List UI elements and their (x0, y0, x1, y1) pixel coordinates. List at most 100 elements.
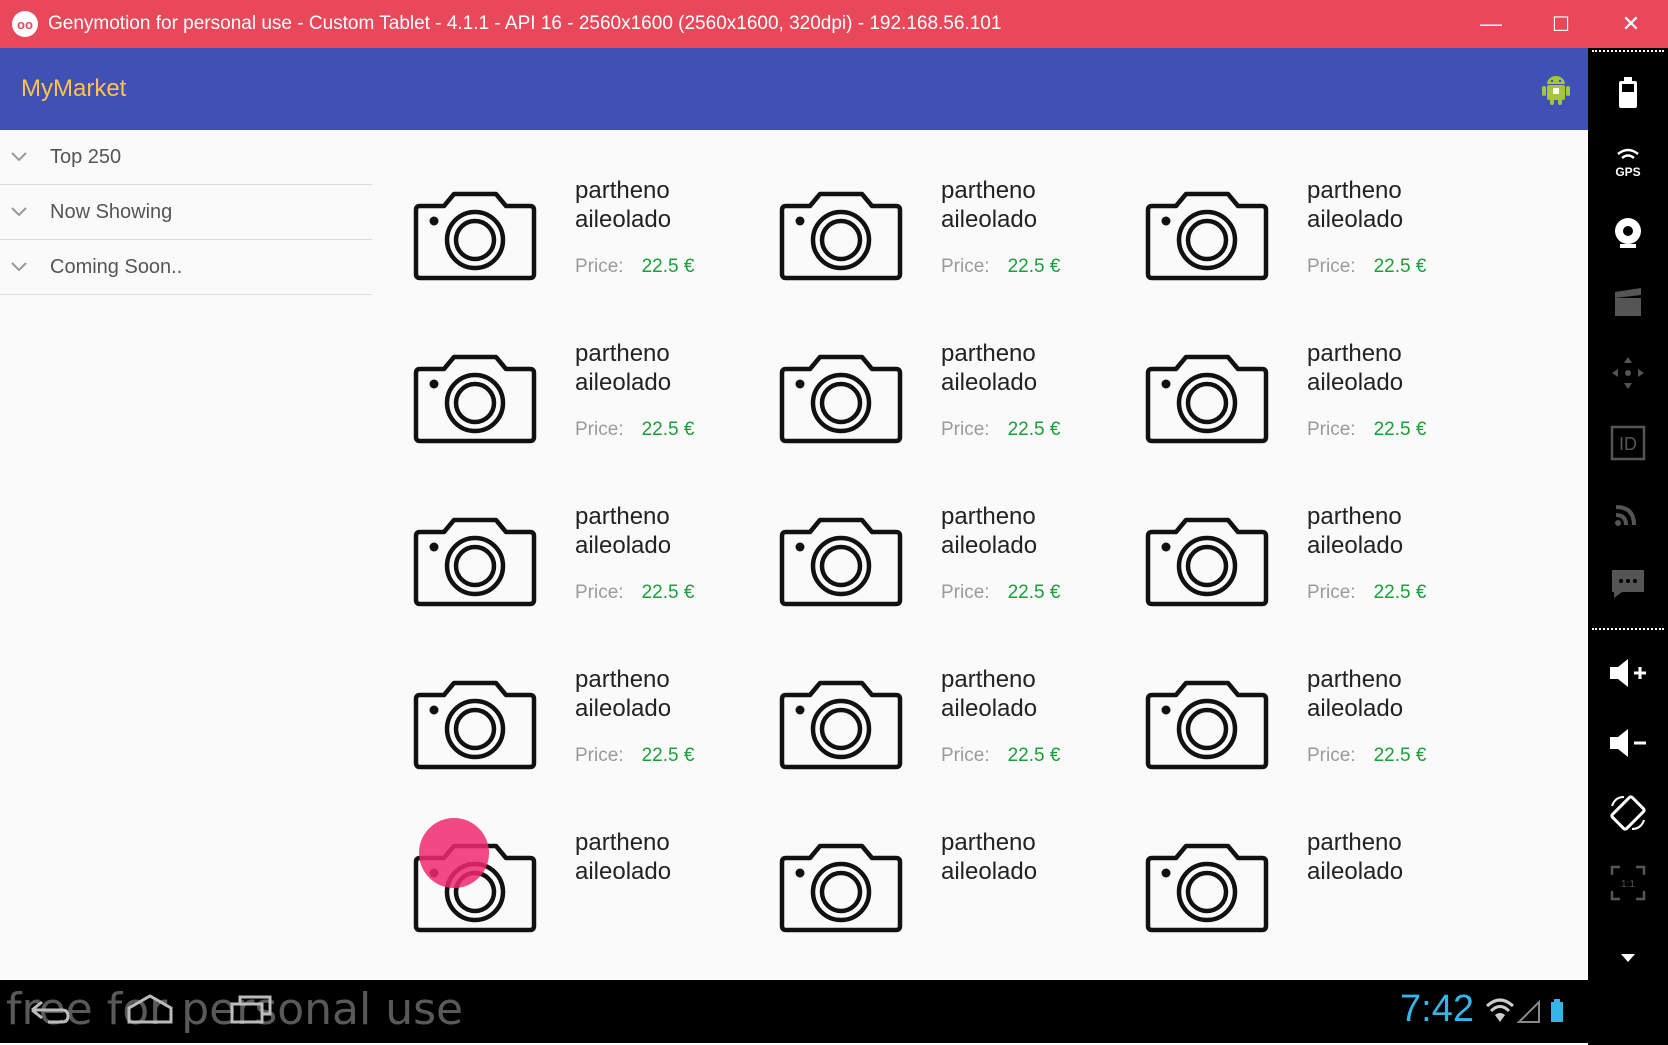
android-icon[interactable] (1540, 74, 1572, 106)
price-value: 22.5 € (1007, 745, 1061, 766)
price-value: 22.5 € (1373, 419, 1427, 440)
product-name-line2: aileolado (575, 206, 672, 233)
price-row: Price: 22.5 € (941, 419, 1060, 441)
product-name: partheno aileolado (941, 665, 1121, 723)
gps-icon[interactable]: GPS (1588, 133, 1668, 193)
product-name-line2: aileolado (1307, 369, 1404, 396)
product-card[interactable]: partheno aileolado Price: 22.5 € (1104, 456, 1474, 616)
price-value: 22.5 € (1007, 419, 1061, 440)
window-title: Genymotion for personal use - Custom Tab… (48, 13, 1002, 34)
product-card[interactable]: partheno aileolado Price: 22.5 € (738, 456, 1108, 616)
price-label: Price: (941, 419, 990, 440)
product-name-line1: partheno (1307, 666, 1402, 693)
product-card[interactable]: partheno aileolado Price: 22.5 € (1104, 130, 1474, 290)
minimize-button[interactable]: — (1456, 0, 1526, 48)
id-icon[interactable]: ID (1588, 413, 1668, 473)
camera-icon (1144, 349, 1270, 445)
genymotion-logo-icon: oo (12, 11, 38, 37)
product-card[interactable]: partheno aileolado Price: 22.5 € (372, 619, 742, 779)
recent-apps-icon[interactable] (228, 992, 274, 1028)
product-name-line1: partheno (575, 177, 670, 204)
product-name: partheno aileolado (575, 665, 755, 723)
toolbar-scroll-down-icon[interactable] (1588, 943, 1668, 973)
rss-icon[interactable] (1588, 483, 1668, 543)
product-card[interactable]: partheno aileolado (372, 782, 742, 942)
sidebar-item-label: Coming Soon.. (50, 255, 183, 278)
product-name-line1: partheno (575, 829, 670, 856)
camera-icon (1144, 675, 1270, 771)
product-card[interactable]: partheno aileolado Price: 22.5 € (372, 456, 742, 616)
chevron-down-icon (0, 207, 50, 217)
battery-icon[interactable] (1588, 63, 1668, 123)
product-card[interactable]: partheno aileolado Price: 22.5 € (738, 293, 1108, 453)
product-name: partheno aileolado (575, 339, 755, 397)
app-bar: MyMarket (0, 48, 1588, 130)
product-card[interactable]: partheno aileolado Price: 22.5 € (372, 130, 742, 290)
product-name: partheno aileolado (941, 339, 1121, 397)
product-name: partheno aileolado (1307, 339, 1487, 397)
product-name: partheno aileolado (1307, 176, 1487, 234)
camera-icon (778, 349, 904, 445)
product-name-line1: partheno (575, 666, 670, 693)
product-name-line1: partheno (1307, 177, 1402, 204)
product-name-line2: aileolado (1307, 858, 1404, 885)
price-row: Price: 22.5 € (941, 745, 1060, 767)
price-value: 22.5 € (1373, 256, 1427, 277)
window-titlebar[interactable]: oo Genymotion for personal use - Custom … (0, 0, 1668, 48)
sidebar-item-coming-soon[interactable]: Coming Soon.. (0, 240, 372, 295)
back-icon[interactable] (28, 992, 72, 1028)
rotate-icon[interactable] (1588, 783, 1668, 843)
price-label: Price: (575, 256, 624, 277)
product-card[interactable]: partheno aileolado (738, 782, 1108, 942)
product-name-line2: aileolado (1307, 206, 1404, 233)
close-button[interactable]: ✕ (1596, 0, 1666, 48)
price-row: Price: 22.5 € (1307, 256, 1426, 278)
product-name-line1: partheno (941, 177, 1036, 204)
capture-icon[interactable] (1588, 273, 1668, 333)
product-card[interactable]: partheno aileolado Price: 22.5 € (1104, 619, 1474, 779)
scale-icon[interactable]: 1:1 (1588, 853, 1668, 913)
gps-label: GPS (1615, 165, 1640, 179)
signal-icon (1516, 999, 1540, 1023)
price-row: Price: 22.5 € (575, 256, 694, 278)
sidebar-item-top-250[interactable]: Top 250 (0, 130, 372, 185)
sidebar-item-now-showing[interactable]: Now Showing (0, 185, 372, 240)
status-clock: 7:42 (1400, 988, 1474, 1030)
product-name-line2: aileolado (1307, 695, 1404, 722)
camera-icon (1144, 512, 1270, 608)
product-card[interactable]: partheno aileolado Price: 22.5 € (738, 130, 1108, 290)
camera-icon (778, 186, 904, 282)
category-sidebar: Top 250 Now Showing Coming Soon.. (0, 130, 372, 295)
chevron-down-icon (0, 262, 50, 272)
camera-icon (412, 186, 538, 282)
product-name-line2: aileolado (941, 369, 1038, 396)
product-card[interactable]: partheno aileolado (1104, 782, 1474, 942)
price-label: Price: (1307, 419, 1356, 440)
webcam-icon[interactable] (1588, 203, 1668, 263)
sms-icon[interactable] (1588, 553, 1668, 613)
price-value: 22.5 € (1373, 745, 1427, 766)
product-card[interactable]: partheno aileolado Price: 22.5 € (372, 293, 742, 453)
genymotion-toolbar: GPS ID 1:1 (1588, 48, 1668, 1045)
product-name-line2: aileolado (575, 858, 672, 885)
toolbar-divider (1592, 628, 1664, 630)
price-label: Price: (575, 745, 624, 766)
product-card[interactable]: partheno aileolado Price: 22.5 € (738, 619, 1108, 779)
product-name-line1: partheno (941, 829, 1036, 856)
product-card[interactable]: partheno aileolado Price: 22.5 € (1104, 293, 1474, 453)
volume-up-icon[interactable] (1588, 643, 1668, 703)
device-screen: MyMarket Top 250 Now Showing Coming Soon… (0, 48, 1588, 1043)
product-name: partheno aileolado (941, 828, 1121, 886)
touch-indicator (419, 818, 489, 888)
volume-down-icon[interactable] (1588, 713, 1668, 773)
product-name: partheno aileolado (941, 176, 1121, 234)
price-label: Price: (575, 582, 624, 603)
price-value: 22.5 € (1007, 256, 1061, 277)
product-name-line1: partheno (941, 340, 1036, 367)
price-label: Price: (1307, 582, 1356, 603)
product-name-line1: partheno (575, 340, 670, 367)
camera-icon (778, 512, 904, 608)
maximize-button[interactable]: ☐ (1526, 0, 1596, 48)
dpad-icon[interactable] (1588, 343, 1668, 403)
home-icon[interactable] (125, 992, 175, 1028)
